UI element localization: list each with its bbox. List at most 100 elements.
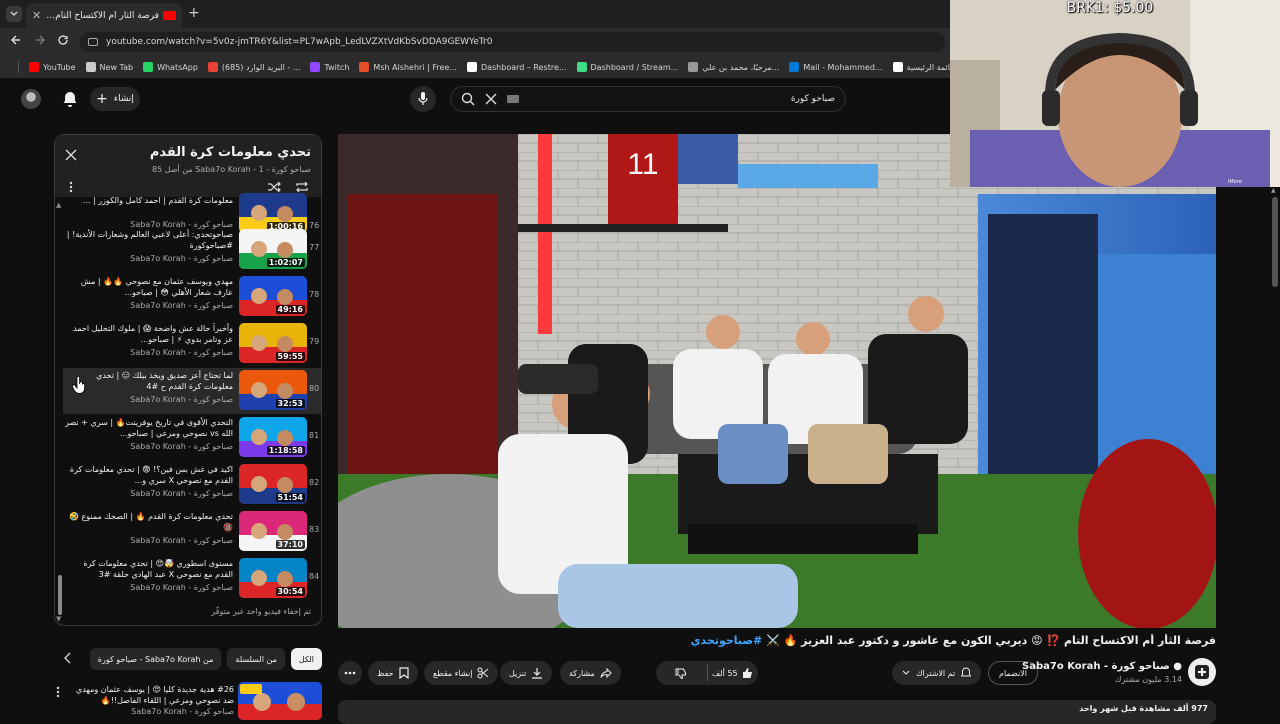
- recommended-menu-button[interactable]: [56, 686, 60, 698]
- scroll-up-arrow-icon[interactable]: ▲: [1271, 187, 1276, 194]
- tab-close-icon[interactable]: ✕: [32, 9, 41, 22]
- bookmark-label: Mail - Mohammed...: [803, 62, 883, 72]
- filter-chip[interactable]: من السلسلة: [227, 648, 285, 670]
- recommended-video-info[interactable]: #26 هدية جديدة كليا 😍 | يوسف عثمان ومهدي…: [74, 684, 234, 717]
- reload-button[interactable]: [57, 34, 69, 46]
- playlist-item[interactable]: 80 32:53 لما تحتاج أعز صديق ويخذ بيلك 😑 | …: [63, 368, 321, 414]
- webcam-label: iMore: [1228, 179, 1242, 185]
- download-button[interactable]: تنزيل: [500, 661, 553, 685]
- shuffle-button[interactable]: [267, 181, 281, 193]
- video-actions-bar: حفظ إنشاء مقطع تنزيل مشاركة 55 ألف تم ال…: [338, 658, 1216, 687]
- video-player[interactable]: 11: [338, 134, 1216, 628]
- bookmark-item[interactable]: (685) البريد الوارد - ...: [207, 62, 301, 72]
- playlist-item[interactable]: 82 51:54 اكيد في غش بس فين؟! 😨 | تحدي معلو…: [63, 462, 321, 508]
- bookmark-item[interactable]: Dashboard / Stream...: [576, 62, 678, 72]
- create-button[interactable]: + إنشاء: [90, 87, 140, 111]
- forward-button[interactable]: [34, 34, 46, 46]
- playlist-item-index: 81: [309, 431, 320, 440]
- bookmark-item[interactable]: Mail - Mohammed...: [789, 62, 883, 72]
- channel-avatar[interactable]: [1188, 658, 1216, 686]
- video-title: فرصة الثأر أم الاكتساح التام ⁉️ 😡 ديربي …: [338, 634, 1216, 647]
- loop-button[interactable]: [295, 181, 309, 193]
- playlist-title[interactable]: تحدي معلومات كرة القدم: [150, 145, 311, 160]
- bookmark-favicon-icon: [85, 62, 96, 72]
- bookmark-item[interactable]: Msh Alshehri | Free...: [359, 62, 457, 72]
- more-horizontal-icon: [344, 671, 356, 675]
- playlist-item-channel: صباحو كورة - Saba7o Korah: [130, 348, 233, 357]
- playlist-item-info: اكيد في غش بس فين؟! 😨 | تحدي معلومات كرة…: [65, 464, 233, 498]
- browser-tab-active[interactable]: فرصة الثأر أم الاكتساح التام !⁉ ✕: [26, 3, 182, 28]
- playlist-menu-button[interactable]: [69, 181, 73, 193]
- new-tab-button[interactable]: +: [188, 5, 200, 21]
- video-duration: 30:54: [275, 587, 305, 596]
- page-scrollbar-thumb[interactable]: [1272, 197, 1278, 287]
- playlist-item-thumbnail[interactable]: 49:16: [239, 276, 307, 316]
- keyboard-icon[interactable]: [507, 95, 519, 103]
- like-button[interactable]: 55 ألف: [708, 661, 759, 685]
- playlist-item-title: التحدي الأقوى في تاريخ يوفرينت🔥 | سري + …: [65, 418, 233, 438]
- playlist-item[interactable]: 77 1:02:07 صباحوتحدي: أعلى لاعبي العالم وش…: [63, 227, 321, 273]
- scroll-up-arrow-icon[interactable]: ▲: [56, 201, 61, 209]
- site-info-icon[interactable]: [88, 38, 98, 46]
- playlist-item[interactable]: 81 1:18:58 التحدي الأقوى في تاريخ يوفرينت🔥…: [63, 415, 321, 461]
- playlist-item-thumbnail[interactable]: 30:54: [239, 558, 307, 598]
- notifications-button[interactable]: [62, 90, 78, 108]
- description-box[interactable]: 977 ألف مشاهدة قبل شهر واحد: [338, 700, 1216, 724]
- playlist-item-title: لما تحتاج أعز صديق ويخذ بيلك 😑 | تحدي مع…: [96, 371, 233, 391]
- recommended-video-thumbnail[interactable]: [238, 682, 322, 720]
- playlist-item-thumbnail[interactable]: 1:02:07: [239, 229, 307, 269]
- playlist-item-thumbnail[interactable]: 51:54: [239, 464, 307, 504]
- subscribed-button[interactable]: تم الاشتراك: [892, 661, 982, 685]
- playlist-item-thumbnail[interactable]: 59:55: [239, 323, 307, 363]
- playlist-item[interactable]: 83 37:10 تحدي معلومات كرة القدم 🔥 | الصحك …: [63, 509, 321, 555]
- playlist-item-thumbnail[interactable]: 37:10: [239, 511, 307, 551]
- mouse-cursor: [72, 376, 86, 394]
- voice-search-button[interactable]: [410, 86, 436, 112]
- bookmark-item[interactable]: WhatsApp: [143, 62, 198, 72]
- filter-chip[interactable]: الكل: [290, 648, 322, 670]
- playlist-item[interactable]: 78 49:16 مهدي ويوسف عثمان مع نصوحي 🔥🔥 | مش…: [63, 274, 321, 320]
- filter-chip[interactable]: من Saba7o Korah - صباحو كورة: [89, 648, 222, 670]
- playlist-item[interactable]: 79 59:55 وأخيراً حالة عش واضحة 😱 | ملوك ال…: [63, 321, 321, 367]
- bookmark-item[interactable]: مرحبًا، محمد بن علي...: [688, 62, 779, 72]
- share-button[interactable]: مشاركة: [560, 661, 621, 685]
- channel-info[interactable]: ● صباحو كورة - Saba7o Korah 3.14 مليون م…: [1022, 661, 1182, 684]
- playlist-item-info: التحدي الأقوى في تاريخ يوفرينت🔥 | سري + …: [65, 417, 233, 451]
- bookmark-item[interactable]: YouTube: [29, 62, 76, 72]
- more-actions-button[interactable]: [338, 661, 362, 685]
- bookmark-item[interactable]: Dashboard – Restre...: [466, 62, 567, 72]
- playlist-item-index: 82: [309, 478, 320, 487]
- search-input[interactable]: صباحو كورة: [450, 86, 846, 112]
- search-icon[interactable]: [461, 92, 475, 106]
- chips-scroll-left-button[interactable]: [64, 652, 72, 664]
- bookmark-item[interactable]: Twitch: [310, 62, 349, 72]
- save-button[interactable]: حفظ: [368, 661, 418, 685]
- playlist-item-thumbnail[interactable]: 1:18:58: [239, 417, 307, 457]
- back-button[interactable]: [10, 34, 22, 46]
- playlist-item-title: وأخيراً حالة عش واضحة 😱 | ملوك التحليل ا…: [73, 324, 233, 344]
- playlist-scrollbar-thumb[interactable]: [58, 575, 62, 615]
- video-hashtag[interactable]: #صباحوتحدي: [690, 634, 762, 647]
- video-duration: 1:02:07: [266, 258, 305, 267]
- page-scrollbar[interactable]: ▲: [1270, 187, 1280, 720]
- close-playlist-button[interactable]: [65, 149, 77, 161]
- bookmark-item[interactable]: New Tab: [85, 62, 133, 72]
- download-icon: [532, 668, 543, 679]
- bookmark-label: (685) البريد الوارد - ...: [221, 62, 301, 72]
- playlist-subtitle: صباحو كورة - Saba7o Korah - 1 من أصل 85: [151, 165, 311, 174]
- scroll-down-arrow-icon[interactable]: ▼: [56, 615, 61, 623]
- download-label: تنزيل: [509, 668, 527, 678]
- clear-search-icon[interactable]: [485, 93, 497, 105]
- playlist-item-title: اكيد في غش بس فين؟! 😨 | تحدي معلومات كرة…: [69, 465, 233, 485]
- playlist-item-channel: صباحو كورة - Saba7o Korah: [130, 442, 233, 451]
- playlist-item[interactable]: 84 30:54 مستوى اسطوري 🤯😍 | تحدي معلومات كر…: [63, 556, 321, 602]
- loop-icon: [296, 181, 308, 193]
- account-avatar[interactable]: [21, 89, 41, 109]
- playlist-item-thumbnail[interactable]: 32:53: [239, 370, 307, 410]
- tab-search-dropdown[interactable]: [6, 6, 22, 22]
- url-field[interactable]: youtube.com/watch?v=5v0z-jmTR6Y&list=PL7…: [80, 32, 945, 52]
- clip-button[interactable]: إنشاء مقطع: [424, 661, 499, 685]
- dislike-button[interactable]: [656, 661, 707, 685]
- bookmark-item[interactable]: القائمة الرئيسية: [892, 62, 959, 72]
- playlist-item-index: 79: [309, 337, 320, 346]
